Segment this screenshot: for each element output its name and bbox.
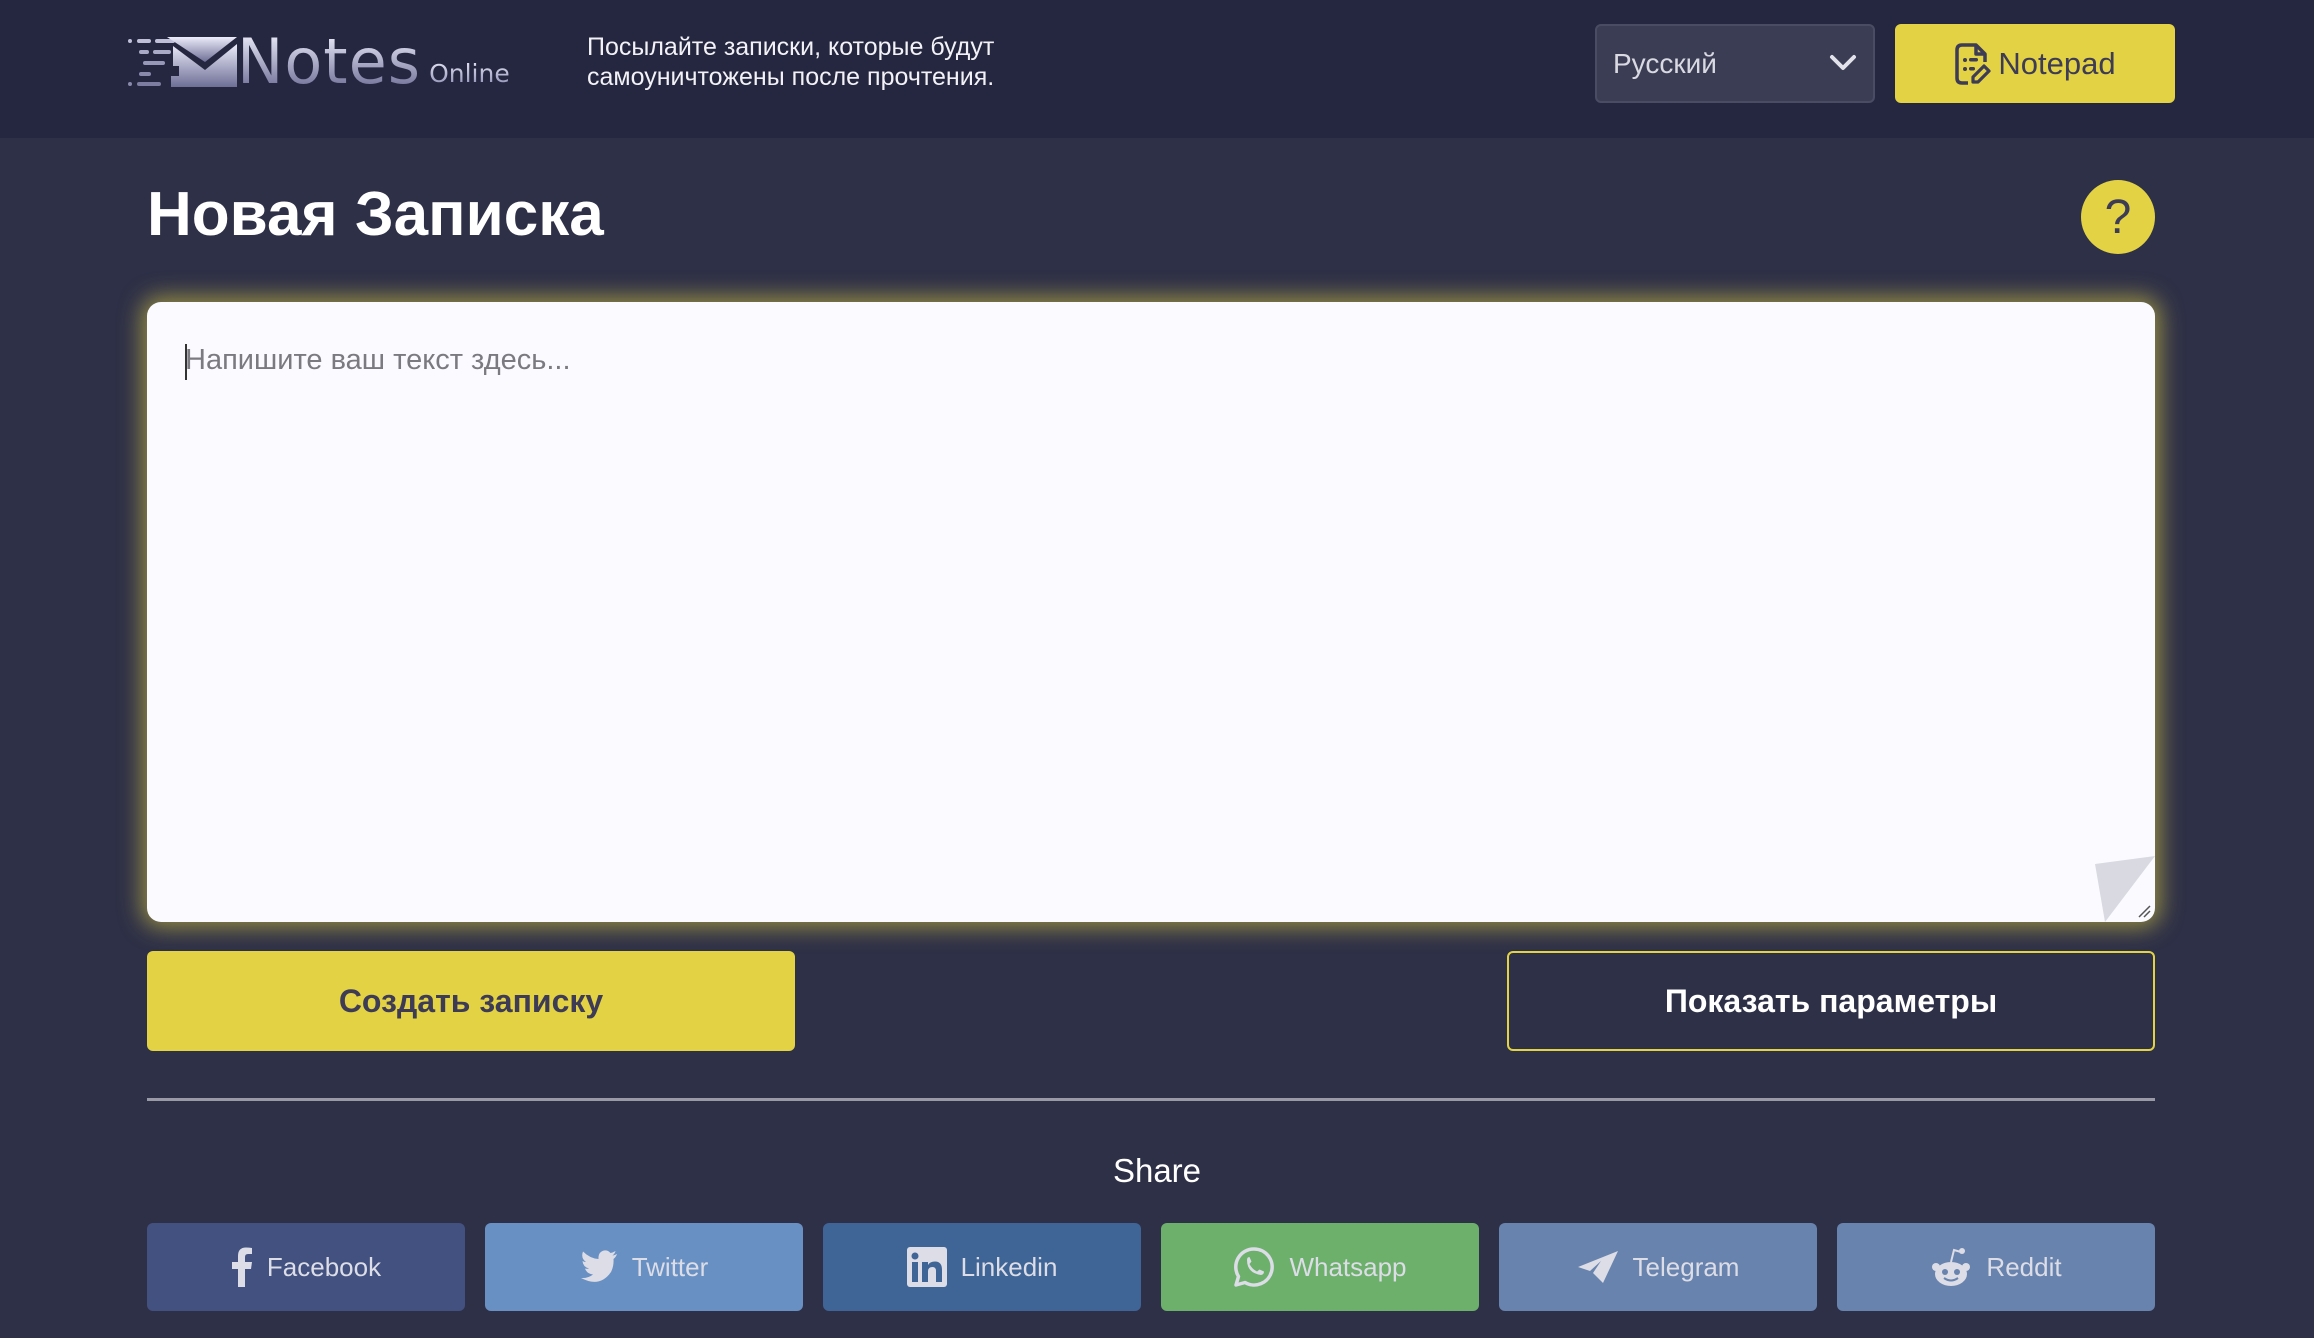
share-twitter-button[interactable]: Twitter [485,1223,803,1311]
share-linkedin-label: Linkedin [960,1251,1058,1282]
language-select[interactable]: Русский [1595,24,1875,103]
logo-subtitle: Online [429,59,510,88]
share-reddit-label: Reddit [1986,1251,2062,1282]
document-edit-icon [1955,42,1991,85]
language-select-value: Русский [1613,47,1717,79]
note-editor [147,302,2155,922]
share-telegram-label: Telegram [1632,1251,1740,1282]
share-whatsapp-button[interactable]: Whatsapp [1161,1223,1479,1311]
help-button[interactable]: ? [2081,180,2155,254]
notepad-button-label: Notepad [1998,45,2116,81]
envelope-logo-icon [128,37,237,87]
site-header: Notes Online Посылайте записки, которые … [0,0,2314,138]
facebook-icon [231,1247,252,1287]
telegram-icon [1577,1251,1618,1283]
reddit-icon [1932,1248,1971,1286]
share-reddit-button[interactable]: Reddit [1837,1223,2155,1311]
page-title: Новая Записка [147,180,604,249]
create-note-button[interactable]: Создать записку [147,951,795,1051]
share-buttons: Facebook Twitter Linkedin Whatsapp Teleg… [147,1223,2155,1311]
share-heading: Share [1112,1152,1202,1189]
whatsapp-icon [1234,1247,1275,1287]
share-linkedin-button[interactable]: Linkedin [823,1223,1141,1311]
twitter-icon [580,1250,617,1282]
share-facebook-button[interactable]: Facebook [147,1223,465,1311]
text-caret [185,344,187,380]
section-divider [147,1098,2155,1101]
site-logo[interactable]: Notes Online [127,25,517,98]
share-twitter-label: Twitter [631,1251,709,1282]
question-icon: ? [2104,190,2132,244]
tagline: Посылайте записки, которые будут самоуни… [587,32,1107,92]
notepad-button[interactable]: Notepad [1895,24,2175,103]
resize-handle-icon[interactable] [2137,904,2151,918]
share-telegram-button[interactable]: Telegram [1499,1223,1817,1311]
logo-wordmark: Notes [237,25,422,98]
linkedin-icon [906,1247,947,1287]
share-facebook-label: Facebook [266,1251,382,1282]
note-text-input[interactable] [147,302,2155,922]
tagline-line-2: самоуничтожены после прочтения. [587,63,995,91]
chevron-down-icon [1830,55,1856,70]
share-whatsapp-label: Whatsapp [1289,1251,1407,1282]
tagline-line-1: Посылайте записки, которые будут [587,33,995,61]
show-parameters-button[interactable]: Показать параметры [1507,951,2155,1051]
